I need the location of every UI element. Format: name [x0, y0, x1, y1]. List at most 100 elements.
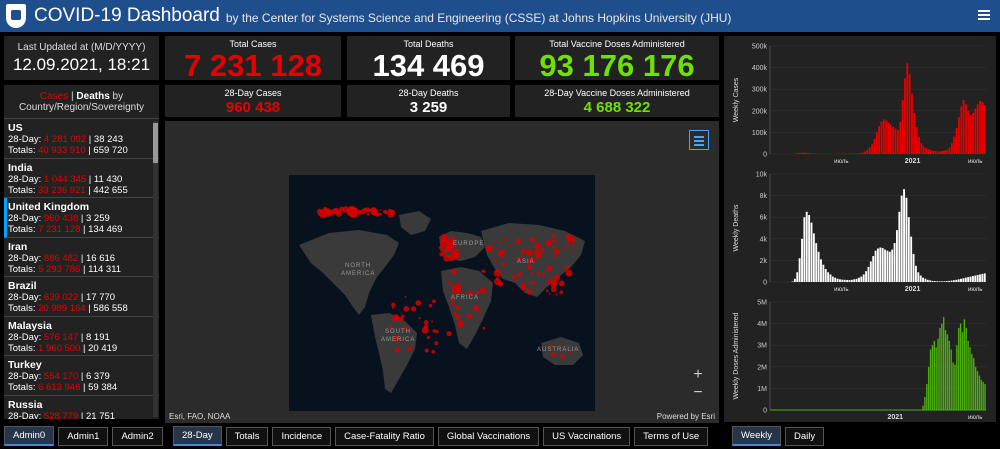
list-item[interactable]: Iran 28-Day: 886 482 | 16 616 Totals: 5 29… [4, 238, 159, 277]
list-item[interactable]: US 28-Day: 4 281 092 | 38 243 Totals: 40 9… [4, 119, 159, 159]
tab-terms-of-use[interactable]: Terms of Use [634, 426, 709, 446]
map-label-south: SOUTH [385, 329, 411, 335]
tab-global-vaccinations[interactable]: Global Vaccinations [437, 426, 540, 446]
tab-admin1[interactable]: Admin1 [58, 426, 109, 446]
bar [941, 281, 943, 282]
bar [958, 117, 960, 154]
admin-tabbar: Admin0 Admin1 Admin2 [4, 423, 167, 449]
case-dot [392, 314, 400, 322]
bar [877, 248, 879, 282]
list-item[interactable]: Malaysia 28-Day: 576 147 | 8 191 Totals: 1… [4, 317, 159, 356]
y-tick-label: 2k [760, 258, 768, 265]
bar [948, 340, 951, 410]
list-item[interactable]: Russia28-Day: 528 779 | 21 751Totals: | [4, 396, 159, 420]
hamburger-menu-icon[interactable] [978, 8, 990, 22]
case-dot [325, 211, 331, 218]
header-deaths-link[interactable]: Deaths [76, 91, 109, 102]
case-dot [333, 207, 339, 214]
map-attribution-left: Esri, FAO, NOAA [169, 412, 231, 421]
bar [858, 277, 860, 282]
bar [981, 102, 984, 154]
bar [899, 121, 902, 154]
case-dot [357, 210, 359, 212]
tab-incidence[interactable]: Incidence [272, 426, 332, 446]
header-line2: Country/Region/Sovereignty [18, 102, 145, 113]
bar [888, 251, 891, 282]
list-item[interactable]: Brazil 28-Day: 639 022 | 17 770 Totals: 20… [4, 277, 159, 317]
tab-28-day[interactable]: 28-Day [173, 426, 222, 446]
bar [967, 340, 969, 410]
map-attribution-right[interactable]: Powered by Esri [657, 412, 715, 421]
bar [932, 150, 935, 154]
header-cases-link[interactable]: Cases [40, 91, 68, 102]
bar [891, 249, 894, 282]
weekly-doses-chart: Weekly Doses Administered 0 1M 2M 3M 4M 5M 2021… [733, 300, 986, 421]
bar [915, 127, 918, 154]
map-label-africa: AFRICA [451, 295, 479, 301]
tab-weekly[interactable]: Weekly [732, 426, 781, 446]
bar [896, 129, 899, 154]
y-tick-label: 10k [756, 172, 768, 179]
case-dot [454, 287, 462, 295]
bar [918, 136, 920, 154]
tab-us-vaccinations[interactable]: US Vaccinations [543, 426, 631, 446]
case-dot [367, 208, 371, 212]
bar [801, 238, 803, 282]
list-item[interactable]: United Kingdom 28-Day: 960 438 | 3 259 Tot… [4, 198, 159, 238]
case-dot [530, 280, 535, 285]
bar [848, 280, 851, 282]
map-panel[interactable]: NORTH AMERICA SOUTH AMERICA EUROPE ASIA … [165, 121, 719, 423]
case-dot [530, 271, 534, 275]
bar [824, 269, 827, 282]
bar [950, 349, 952, 410]
case-dot [552, 234, 556, 239]
case-dot [399, 317, 402, 320]
day28-line: 28-Day: 4 281 092 | 38 243 [8, 134, 123, 145]
totals-line: Totals: 33 236 921 | 442 655 [8, 184, 128, 196]
bar [938, 281, 941, 282]
map-legend-list-icon[interactable] [689, 130, 709, 150]
case-dot [526, 264, 533, 270]
case-dot [500, 255, 504, 259]
country-list-scrollbar[interactable] [153, 121, 158, 417]
jhu-shield-logo [6, 4, 26, 28]
bar [929, 150, 932, 154]
tab-daily[interactable]: Daily [784, 426, 825, 446]
day28-line: 28-Day: 1 044 345 | 11 430 [8, 173, 123, 185]
country-name: United Kingdom [8, 201, 90, 213]
bar [922, 277, 924, 282]
map-label-south-america: AMERICA [381, 337, 415, 343]
total-deaths: 442 655 [93, 184, 128, 196]
day28-vaccines-value: 4 688 322 [583, 99, 651, 116]
bar [960, 278, 962, 282]
list-item[interactable]: Turkey 28-Day: 554 170 | 6 379 Totals: 6 6… [4, 356, 159, 396]
bar [962, 278, 965, 282]
list-item[interactable]: India 28-Day: 1 044 345 | 11 430 Totals: 3… [4, 159, 159, 198]
bar [906, 63, 909, 154]
country-list-panel: Cases | Deaths by Country/Region/Soverei… [4, 85, 159, 419]
case-dot [444, 242, 451, 249]
country-name: Turkey [8, 359, 42, 371]
tab-case-fatality-ratio[interactable]: Case-Fatality Ratio [335, 426, 434, 446]
bar [982, 381, 984, 410]
zoom-in-button[interactable]: + [689, 367, 707, 383]
map-label-europe: EUROPE [453, 241, 484, 247]
world-map[interactable]: NORTH AMERICA SOUTH AMERICA EUROPE ASIA … [289, 175, 595, 411]
case-dot [403, 306, 410, 312]
bar [904, 78, 906, 154]
case-dot [553, 254, 557, 258]
bar [953, 136, 956, 154]
bar [805, 211, 808, 282]
y-tick-label: 3M [757, 343, 767, 350]
tab-admin0[interactable]: Admin0 [4, 426, 55, 446]
case-dot [418, 317, 421, 320]
day28-line: 28-Day: 554 170 | 6 379 [8, 371, 110, 382]
tab-admin2[interactable]: Admin2 [112, 426, 163, 446]
tab-totals[interactable]: Totals [225, 426, 269, 446]
day28-cases-panel: 28-Day Cases 960 438 [165, 85, 341, 117]
charts-panel: Weekly Cases 0 100k 200k 300k 400k 500k июль 202… [724, 36, 996, 422]
case-dot [553, 274, 560, 281]
zoom-out-button[interactable]: − [689, 385, 707, 401]
bar [943, 317, 945, 410]
case-dot [511, 275, 517, 280]
